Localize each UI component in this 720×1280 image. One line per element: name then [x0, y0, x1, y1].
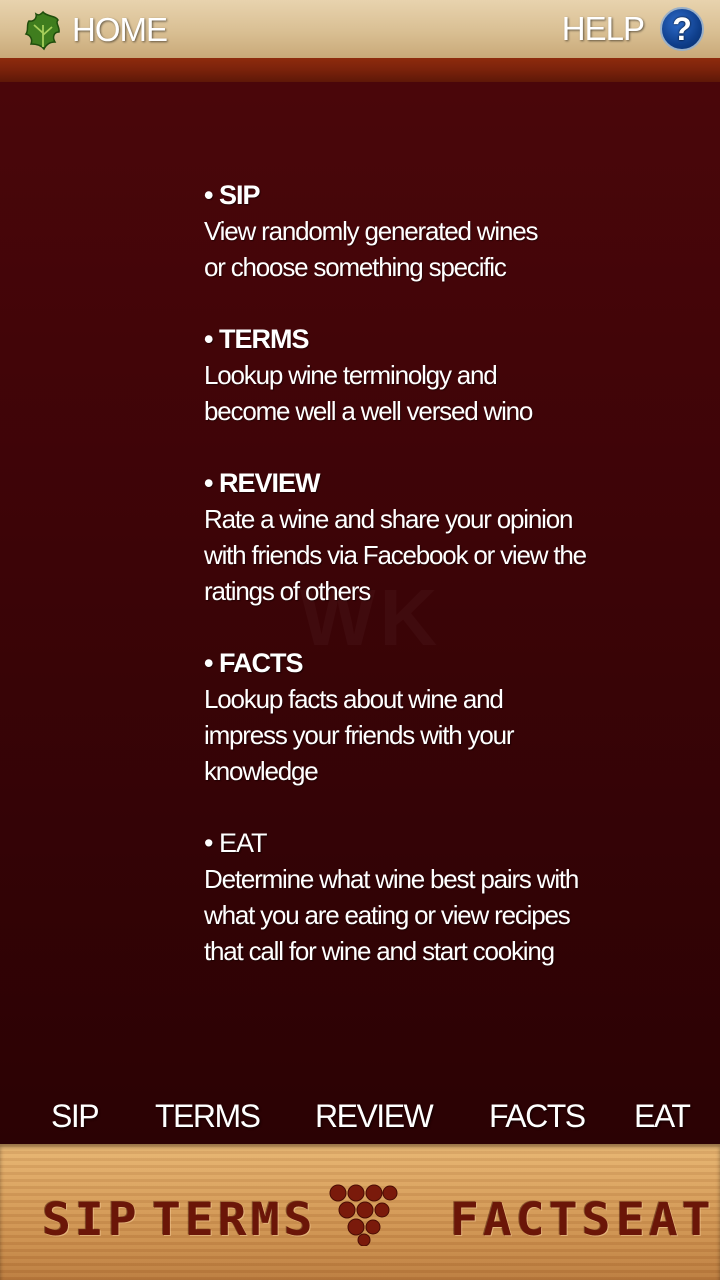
top-bar: HOME HELP ?: [0, 0, 720, 58]
nav-terms-button[interactable]: TERMS: [152, 1193, 317, 1246]
home-label: HOME: [72, 11, 168, 48]
tab-label-sip: SIP: [51, 1098, 100, 1134]
section-text: ratings of others: [204, 576, 371, 606]
section-text: Rate a wine and share your opinion: [204, 504, 573, 534]
nav-sip-button[interactable]: SIP: [42, 1193, 141, 1246]
tab-label-strip: SIP TERMS REVIEW FACTS EAT: [0, 1098, 720, 1144]
nav-eat-button[interactable]: EAT: [616, 1193, 715, 1246]
section-facts: • FACTS Lookup facts about wine and impr…: [204, 645, 664, 789]
section-text: impress your friends with your: [204, 720, 515, 750]
nav-facts-button[interactable]: FACTS: [450, 1193, 615, 1246]
tab-label-facts: FACTS: [489, 1098, 586, 1134]
grapes-icon[interactable]: [326, 1184, 398, 1246]
main-panel: WK • SIP View randomly generated wines o…: [0, 82, 720, 1144]
section-terms: • TERMS Lookup wine terminolgy and becom…: [204, 321, 664, 429]
feature-list: • SIP View randomly generated wines or c…: [204, 177, 664, 1005]
help-label: HELP: [561, 10, 645, 47]
section-text: knowledge: [204, 756, 319, 786]
top-bar-trim: [0, 58, 720, 82]
vine-leaf-icon: [24, 10, 60, 51]
section-text: or choose something specific: [204, 252, 507, 282]
section-review: • REVIEW Rate a wine and share your opin…: [204, 465, 664, 609]
section-text: that call for wine and start cooking: [204, 936, 555, 966]
help-button[interactable]: HELP ?: [562, 5, 704, 53]
section-text: with friends via Facebook or view the: [204, 540, 587, 570]
section-text: become well a well versed wino: [204, 396, 533, 426]
section-text: Determine what wine best pairs with: [204, 864, 579, 894]
section-title: • TERMS: [204, 324, 309, 354]
section-eat: • EAT Determine what wine best pairs wit…: [204, 825, 664, 969]
tab-label-eat: EAT: [634, 1098, 691, 1134]
home-button[interactable]: HOME: [22, 8, 168, 52]
question-icon: ?: [660, 7, 704, 51]
section-title: • EAT: [204, 828, 267, 858]
section-sip: • SIP View randomly generated wines or c…: [204, 177, 664, 285]
section-text: Lookup wine terminolgy and: [204, 360, 498, 390]
section-text: Lookup facts about wine and: [204, 684, 504, 714]
section-text: View randomly generated wines: [204, 216, 538, 246]
section-title: • SIP: [204, 180, 260, 210]
section-text: what you are eating or view recipes: [204, 900, 571, 930]
tab-label-review: REVIEW: [315, 1098, 434, 1134]
section-title: • FACTS: [204, 648, 303, 678]
tab-label-terms: TERMS: [155, 1098, 261, 1134]
section-title: • REVIEW: [204, 468, 320, 498]
